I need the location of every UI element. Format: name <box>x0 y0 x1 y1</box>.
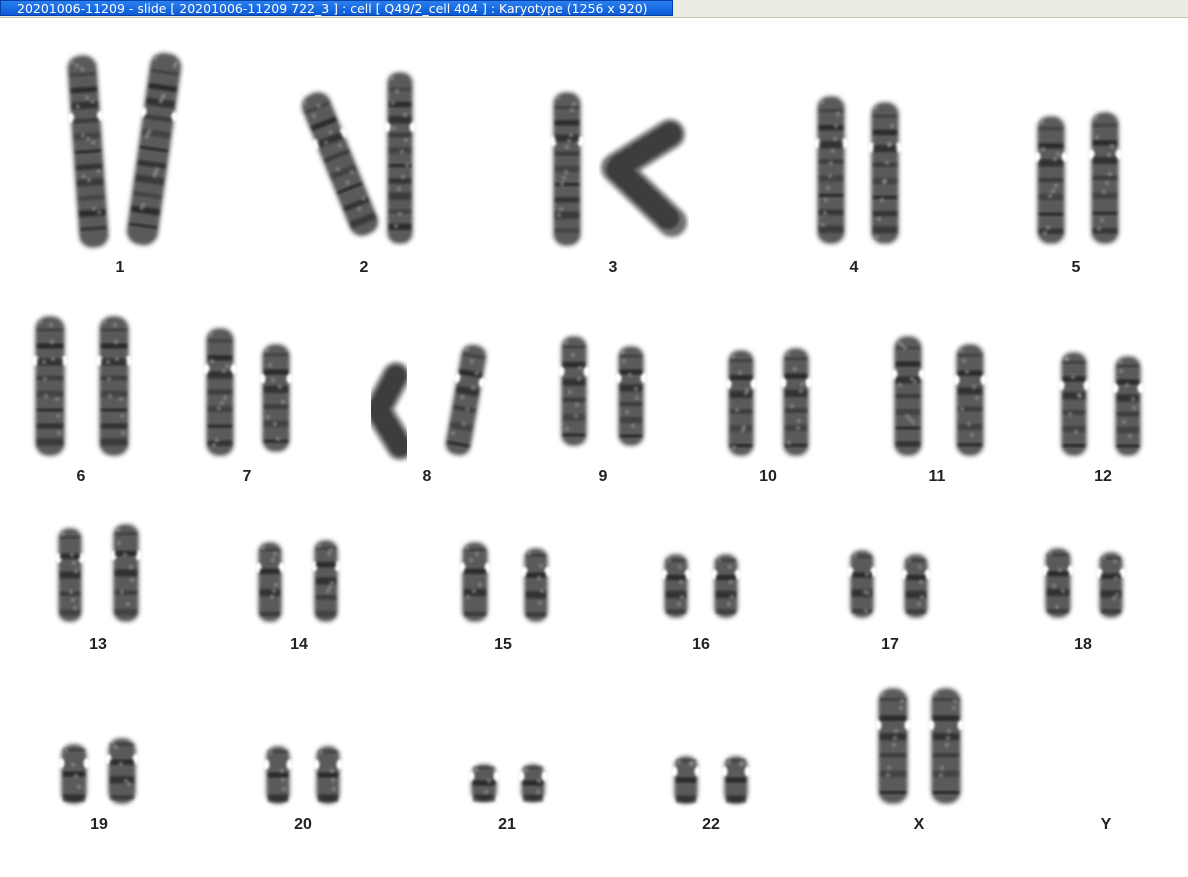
chromosome-pair-10[interactable] <box>724 348 813 456</box>
chromosome-label-8: 8 <box>423 468 432 485</box>
chromosome-pair-7[interactable] <box>202 328 294 456</box>
chromosome-pair-16[interactable] <box>660 554 742 618</box>
chromosome-2-1[interactable] <box>294 87 385 242</box>
chromosome-pair-3[interactable] <box>549 92 687 246</box>
chromosome-10-2[interactable] <box>779 348 813 456</box>
chromosome-pair-x[interactable] <box>874 688 965 804</box>
chromosome-pair-1[interactable] <box>63 50 187 249</box>
chromosome-21-2[interactable] <box>517 764 549 802</box>
chromosome-6-1[interactable] <box>31 316 69 456</box>
chromosome-21-1[interactable] <box>467 764 501 802</box>
karyotype-view[interactable]: 1 2 3 4 5 6 7 8 9 10 11 12 13 14 15 16 17 18 19 20 21 22 X Y <box>0 17 1188 877</box>
window-title: 20201006-11209 - slide [ 20201006-11209 … <box>17 1 648 16</box>
chromosome-8-1[interactable] <box>440 342 492 458</box>
chromosome-pair-22[interactable] <box>670 756 752 804</box>
chromosome-10-1[interactable] <box>724 350 758 456</box>
chromosome-14-1[interactable] <box>254 542 286 622</box>
chromosome-pair-18[interactable] <box>1041 548 1127 618</box>
chromosome-pair-6[interactable] <box>31 316 133 456</box>
chromosome-pair-5[interactable] <box>1033 112 1123 244</box>
chromosome-pair-4[interactable] <box>813 96 903 244</box>
chromosome-pair-11[interactable] <box>890 336 988 456</box>
chromosome-11-2[interactable] <box>952 344 988 456</box>
chromosome-label-12: 12 <box>1094 468 1112 485</box>
chromosome-label-10: 10 <box>759 468 777 485</box>
chromosome-pair-12[interactable] <box>1057 352 1145 456</box>
chromosome-label-19: 19 <box>90 816 108 833</box>
chromosome-12-2[interactable] <box>1111 356 1145 456</box>
chromosome-pair-19[interactable] <box>57 738 140 804</box>
chromosome-7-2[interactable] <box>258 344 294 452</box>
chromosome-4-2[interactable] <box>867 102 903 244</box>
chromosome-1-1[interactable] <box>63 54 113 249</box>
chromosome-pair-13[interactable] <box>54 524 143 622</box>
chromosome-label-7: 7 <box>243 468 252 485</box>
chromosome-x-1[interactable] <box>874 688 912 804</box>
chromosome-label-22: 22 <box>702 816 720 833</box>
chromosome-20-2[interactable] <box>312 746 344 804</box>
chromosome-9-1[interactable] <box>557 336 591 446</box>
chromosome-15-2[interactable] <box>520 548 552 622</box>
chromosome-pair-2[interactable] <box>294 72 417 244</box>
chromosome-6-2[interactable] <box>95 316 133 456</box>
chromosome-label-6: 6 <box>77 468 86 485</box>
chromosome-label-16: 16 <box>692 636 710 653</box>
chromosome-label-14: 14 <box>290 636 308 653</box>
chromosome-3-1[interactable] <box>549 92 585 246</box>
chromosome-pair-14[interactable] <box>254 540 342 622</box>
chromosome-19-1[interactable] <box>57 744 91 804</box>
chromosome-label-2: 2 <box>360 259 369 276</box>
chromosome-15-1[interactable] <box>458 542 492 622</box>
karyotype-canvas: 1 2 3 4 56 7 8 9 10 11 1213 14 15 16 17 1819 20 21 22 X Y <box>31 50 1145 833</box>
chromosome-pair-17[interactable] <box>846 550 932 618</box>
chromosome-5-2[interactable] <box>1087 112 1123 244</box>
chromosome-22-1[interactable] <box>670 756 702 804</box>
chromosome-16-1[interactable] <box>660 554 692 618</box>
chromosome-label-9: 9 <box>599 468 608 485</box>
chromosome-14-2[interactable] <box>310 540 342 622</box>
chromosome-3-2[interactable] <box>601 119 687 237</box>
chromosome-17-2[interactable] <box>900 554 932 618</box>
chromosome-label-5: 5 <box>1072 259 1081 276</box>
chromosome-4-1[interactable] <box>813 96 849 244</box>
chromosome-16-2[interactable] <box>710 554 742 618</box>
chromosome-pair-9[interactable] <box>557 336 648 446</box>
chromosome-label-13: 13 <box>89 636 107 653</box>
chromosome-pair-21[interactable] <box>467 764 549 802</box>
chromosome-label-y: Y <box>1101 816 1112 833</box>
chromosome-label-15: 15 <box>494 636 512 653</box>
chromosome-9-2[interactable] <box>614 346 648 446</box>
window-title-bar[interactable]: 20201006-11209 - slide [ 20201006-11209 … <box>0 0 1188 18</box>
chromosome-label-17: 17 <box>881 636 899 653</box>
chromosome-label-3: 3 <box>609 259 618 276</box>
chromosome-label-4: 4 <box>850 259 859 276</box>
chromosome-20-1[interactable] <box>262 746 294 804</box>
chromosome-5-1[interactable] <box>1033 116 1069 244</box>
chromosome-pair-15[interactable] <box>458 542 552 622</box>
chromosome-label-x: X <box>914 816 925 833</box>
chromosome-7-1[interactable] <box>202 328 238 456</box>
chromosome-label-11: 11 <box>929 468 946 485</box>
chromosome-8-1[interactable] <box>364 362 414 460</box>
chromosome-13-1[interactable] <box>54 528 86 622</box>
chromosome-x-2[interactable] <box>927 688 965 804</box>
chromosome-label-20: 20 <box>294 816 312 833</box>
chromosome-11-1[interactable] <box>890 336 926 456</box>
chromosome-label-18: 18 <box>1074 636 1092 653</box>
chromosome-13-2[interactable] <box>109 524 143 622</box>
chromosome-2-2[interactable] <box>383 72 417 244</box>
chromosome-18-1[interactable] <box>1041 548 1075 618</box>
chromosome-12-1[interactable] <box>1057 352 1091 456</box>
chromosome-19-2[interactable] <box>104 738 140 804</box>
active-title-tab[interactable]: 20201006-11209 - slide [ 20201006-11209 … <box>0 0 673 16</box>
chromosome-22-2[interactable] <box>720 756 752 804</box>
chromosome-1-2[interactable] <box>121 50 187 248</box>
chromosome-18-2[interactable] <box>1095 552 1127 618</box>
chromosome-17-1[interactable] <box>846 550 878 618</box>
chromosome-label-21: 21 <box>498 816 516 833</box>
chromosome-label-1: 1 <box>116 259 125 276</box>
chromosome-pair-8[interactable] <box>364 342 492 460</box>
chromosome-pair-20[interactable] <box>262 746 344 804</box>
